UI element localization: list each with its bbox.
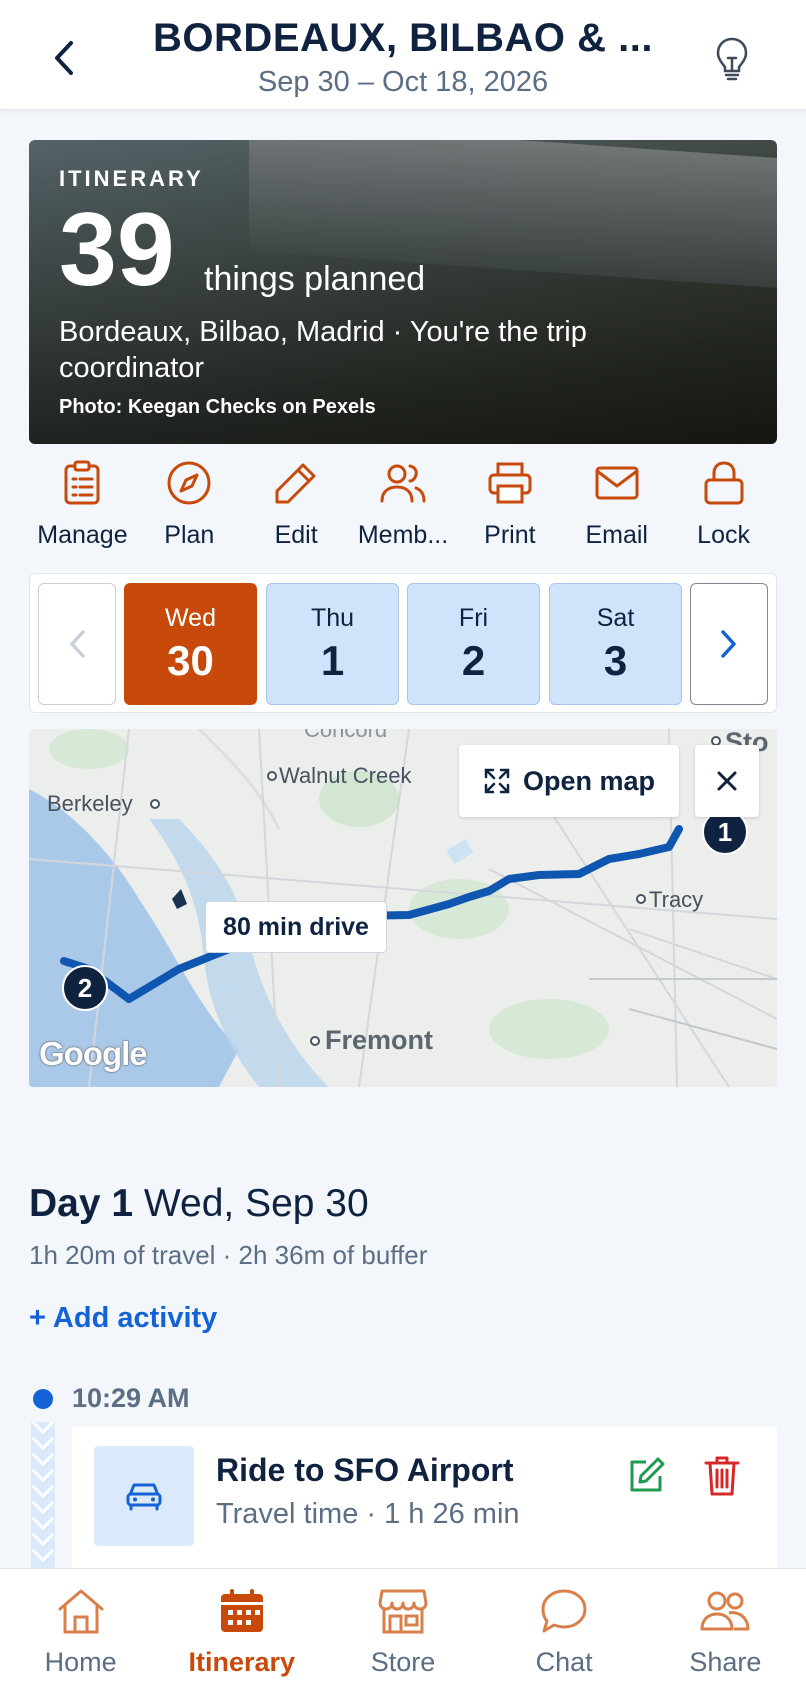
print-button[interactable]: Print xyxy=(456,455,563,555)
nav-chat-label: Chat xyxy=(535,1647,593,1677)
expand-icon xyxy=(484,768,510,794)
next-days-button[interactable] xyxy=(690,583,768,705)
day-summary: 1h 20m of travel · 2h 36m of buffer xyxy=(29,1240,428,1270)
day-chip-num: 3 xyxy=(603,636,628,684)
day-chip-dow: Sat xyxy=(596,603,635,632)
bottom-nav: Home Itinerary Store Chat Share xyxy=(0,1568,806,1698)
day-date: Wed, Sep 30 xyxy=(133,1182,369,1225)
open-map-button[interactable]: Open map xyxy=(459,745,679,817)
trip-title: BORDEAUX, BILBAO & ... xyxy=(153,16,653,60)
nav-share[interactable]: Share xyxy=(645,1569,806,1698)
day-chip-wed-30[interactable]: Wed 30 xyxy=(124,583,257,705)
envelope-icon xyxy=(593,459,641,507)
nav-store[interactable]: Store xyxy=(322,1569,483,1698)
day-chip-fri-2[interactable]: Fri 2 xyxy=(407,583,540,705)
app-header: BORDEAUX, BILBAO & ... Sep 30 – Oct 18, … xyxy=(0,0,806,110)
map-label-concord: Concord xyxy=(304,729,388,742)
drive-duration-tag: 80 min drive xyxy=(205,901,387,953)
day-number: Day 1 xyxy=(29,1182,134,1225)
clipboard-icon xyxy=(58,459,106,507)
activity-title: Ride to SFO Airport xyxy=(216,1452,514,1488)
timeline-time: 10:29 AM xyxy=(72,1383,190,1413)
nav-itinerary-label: Itinerary xyxy=(188,1647,296,1677)
edit-label: Edit xyxy=(274,521,318,549)
back-button[interactable] xyxy=(44,36,84,80)
nav-share-label: Share xyxy=(689,1647,762,1677)
day-chip-thu-1[interactable]: Thu 1 xyxy=(266,583,399,705)
manage-label: Manage xyxy=(37,521,128,549)
map-label-fremont: Fremont xyxy=(325,1025,433,1055)
day-chip-dow: Wed xyxy=(165,603,216,632)
trip-dates: Sep 30 – Oct 18, 2026 xyxy=(257,66,549,98)
map-label-walnut-creek: Walnut Creek xyxy=(279,763,412,788)
route-map[interactable]: Berkeley Walnut Creek Tracy Fremont Conc… xyxy=(29,729,777,1087)
compass-icon xyxy=(165,459,213,507)
day-chip-dow: Thu xyxy=(310,603,355,632)
close-icon xyxy=(717,771,737,791)
email-label: Email xyxy=(585,521,648,549)
planned-count-label: things planned xyxy=(204,260,426,298)
chevron-left-icon xyxy=(55,41,73,75)
car-icon xyxy=(94,1446,194,1546)
plan-button[interactable]: Plan xyxy=(136,455,243,555)
nav-chat[interactable]: Chat xyxy=(484,1569,645,1698)
map-label-berkeley: Berkeley xyxy=(47,791,133,816)
google-attribution: Google xyxy=(39,1035,148,1072)
print-label: Print xyxy=(484,521,536,549)
lock-label: Lock xyxy=(697,521,750,549)
activity-subtitle: Travel time · 1 h 26 min xyxy=(216,1498,520,1530)
close-map-button[interactable] xyxy=(695,745,759,817)
photo-credit[interactable]: Photo: Keegan Checks on Pexels xyxy=(59,396,376,419)
calendar-icon xyxy=(214,1583,270,1639)
action-toolbar: Manage Plan Edit Memb... Print Email Loc… xyxy=(29,455,777,555)
members-button[interactable]: Memb... xyxy=(350,455,457,555)
nav-store-label: Store xyxy=(370,1647,436,1677)
hero-eyebrow: ITINERARY xyxy=(59,166,204,191)
edit-square-icon xyxy=(630,1457,665,1492)
members-label: Memb... xyxy=(357,521,449,549)
day-chip-dow: Fri xyxy=(458,603,489,632)
planned-count: 39 xyxy=(59,192,175,308)
route-pin-2[interactable]: 2 xyxy=(62,965,108,1011)
printer-icon xyxy=(486,459,534,507)
prev-days-button[interactable] xyxy=(38,583,116,705)
lightbulb-icon xyxy=(716,37,748,81)
tips-button[interactable] xyxy=(710,34,754,84)
email-button[interactable]: Email xyxy=(563,455,670,555)
members-icon xyxy=(379,459,427,507)
day-chip-sat-3[interactable]: Sat 3 xyxy=(549,583,682,705)
edit-activity-button[interactable] xyxy=(620,1450,672,1502)
edit-button[interactable]: Edit xyxy=(243,455,350,555)
manage-button[interactable]: Manage xyxy=(29,455,136,555)
day-chip-num: 2 xyxy=(461,636,486,684)
chevron-left-icon xyxy=(70,630,85,658)
trash-icon xyxy=(704,1456,740,1496)
map-label-tracy: Tracy xyxy=(649,887,704,912)
day-chip-num: 30 xyxy=(167,636,214,684)
hero-subtitle: Bordeaux, Bilbao, Madrid · You're the tr… xyxy=(59,316,587,384)
day-chip-num: 1 xyxy=(320,636,345,684)
add-activity-button[interactable]: + Add activity xyxy=(29,1302,217,1335)
day-heading: Day 1 Wed, Sep 30 xyxy=(29,1182,369,1226)
nav-itinerary[interactable]: Itinerary xyxy=(161,1569,322,1698)
timeline-rail xyxy=(31,1422,55,1570)
timeline-dot xyxy=(33,1389,53,1409)
pencil-icon xyxy=(272,459,320,507)
plan-label: Plan xyxy=(164,521,215,549)
share-people-icon xyxy=(697,1583,753,1639)
itinerary-hero: ITINERARY 39 things planned Bordeaux, Bi… xyxy=(29,140,777,444)
open-map-label: Open map xyxy=(522,765,656,796)
chevron-right-icon xyxy=(721,630,736,658)
lock-button[interactable]: Lock xyxy=(670,455,777,555)
store-icon xyxy=(375,1583,431,1639)
day-picker: Wed 30 Thu 1 Fri 2 Sat 3 xyxy=(29,573,777,713)
lock-icon xyxy=(700,459,748,507)
nav-home[interactable]: Home xyxy=(0,1569,161,1698)
nav-home-label: Home xyxy=(44,1647,117,1677)
home-icon xyxy=(53,1583,109,1639)
activity-card[interactable]: Ride to SFO Airport Travel time · 1 h 26… xyxy=(72,1426,777,1570)
chat-icon xyxy=(536,1583,592,1639)
delete-activity-button[interactable] xyxy=(696,1450,748,1502)
